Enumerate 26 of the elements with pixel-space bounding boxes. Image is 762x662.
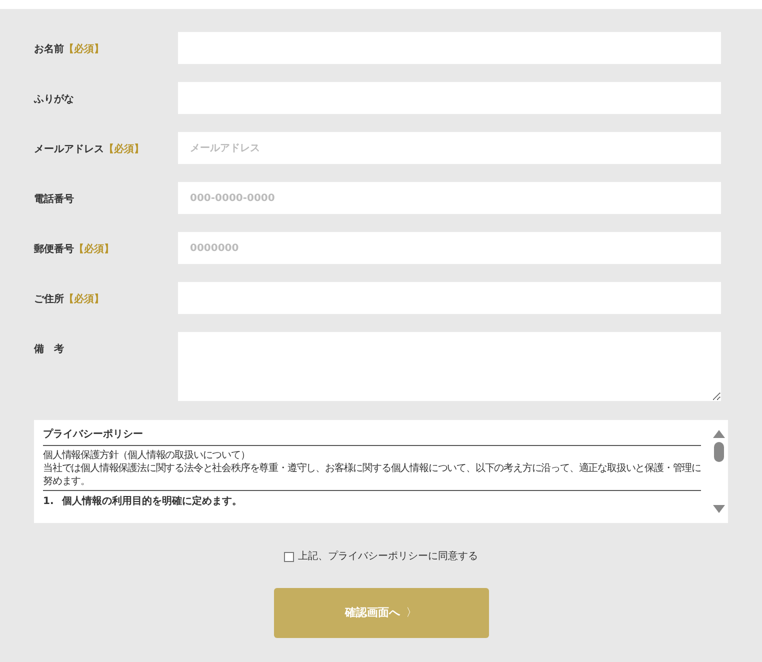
field-label: ふりがな (34, 93, 74, 107)
policy-text: 当社では個人情報保護法に関する法令と社会秩序を尊重・遵守し、お客様に関する個人情報について、以下の考え方に沿って、適正な取扱いと保護・管理に努めます。 (43, 462, 701, 488)
required-tag: 【必須】 (64, 42, 104, 57)
field-label: 郵便番号 (34, 242, 74, 257)
policy-heading: 個人情報保護方針（個人情報の取扱いについて） (43, 449, 251, 462)
scroll-up-icon[interactable] (712, 430, 724, 438)
input-field[interactable]: メールアドレス (178, 132, 721, 164)
required-tag: 【必須】 (64, 292, 104, 307)
field-label: 備 考 (34, 342, 64, 357)
field-label: お名前 (34, 42, 64, 57)
scroll-down-icon[interactable] (712, 505, 724, 513)
input-field[interactable]: 000-0000-0000 (178, 182, 721, 214)
field-label: メールアドレス (34, 143, 104, 157)
agree-label: 上記、プライバシーポリシーに同意する (298, 550, 478, 564)
list-number: 1. (43, 495, 54, 508)
field-label: ご住所 (34, 292, 64, 307)
policy-title: プライバシーポリシー (43, 428, 144, 442)
scroll-thumb[interactable] (714, 442, 724, 462)
required-tag: 【必須】 (74, 242, 114, 257)
field-label: 電話番号 (34, 192, 74, 207)
input-field[interactable]: 0000000 (178, 232, 721, 264)
required-tag: 【必須】 (104, 142, 144, 157)
notes-field[interactable] (178, 332, 721, 401)
agree-checkbox[interactable] (284, 552, 294, 562)
list-text: 個人情報の利用目的を明確に定めます。 (62, 495, 242, 508)
confirm-button[interactable]: 確認画面へ 〉 (274, 588, 488, 638)
